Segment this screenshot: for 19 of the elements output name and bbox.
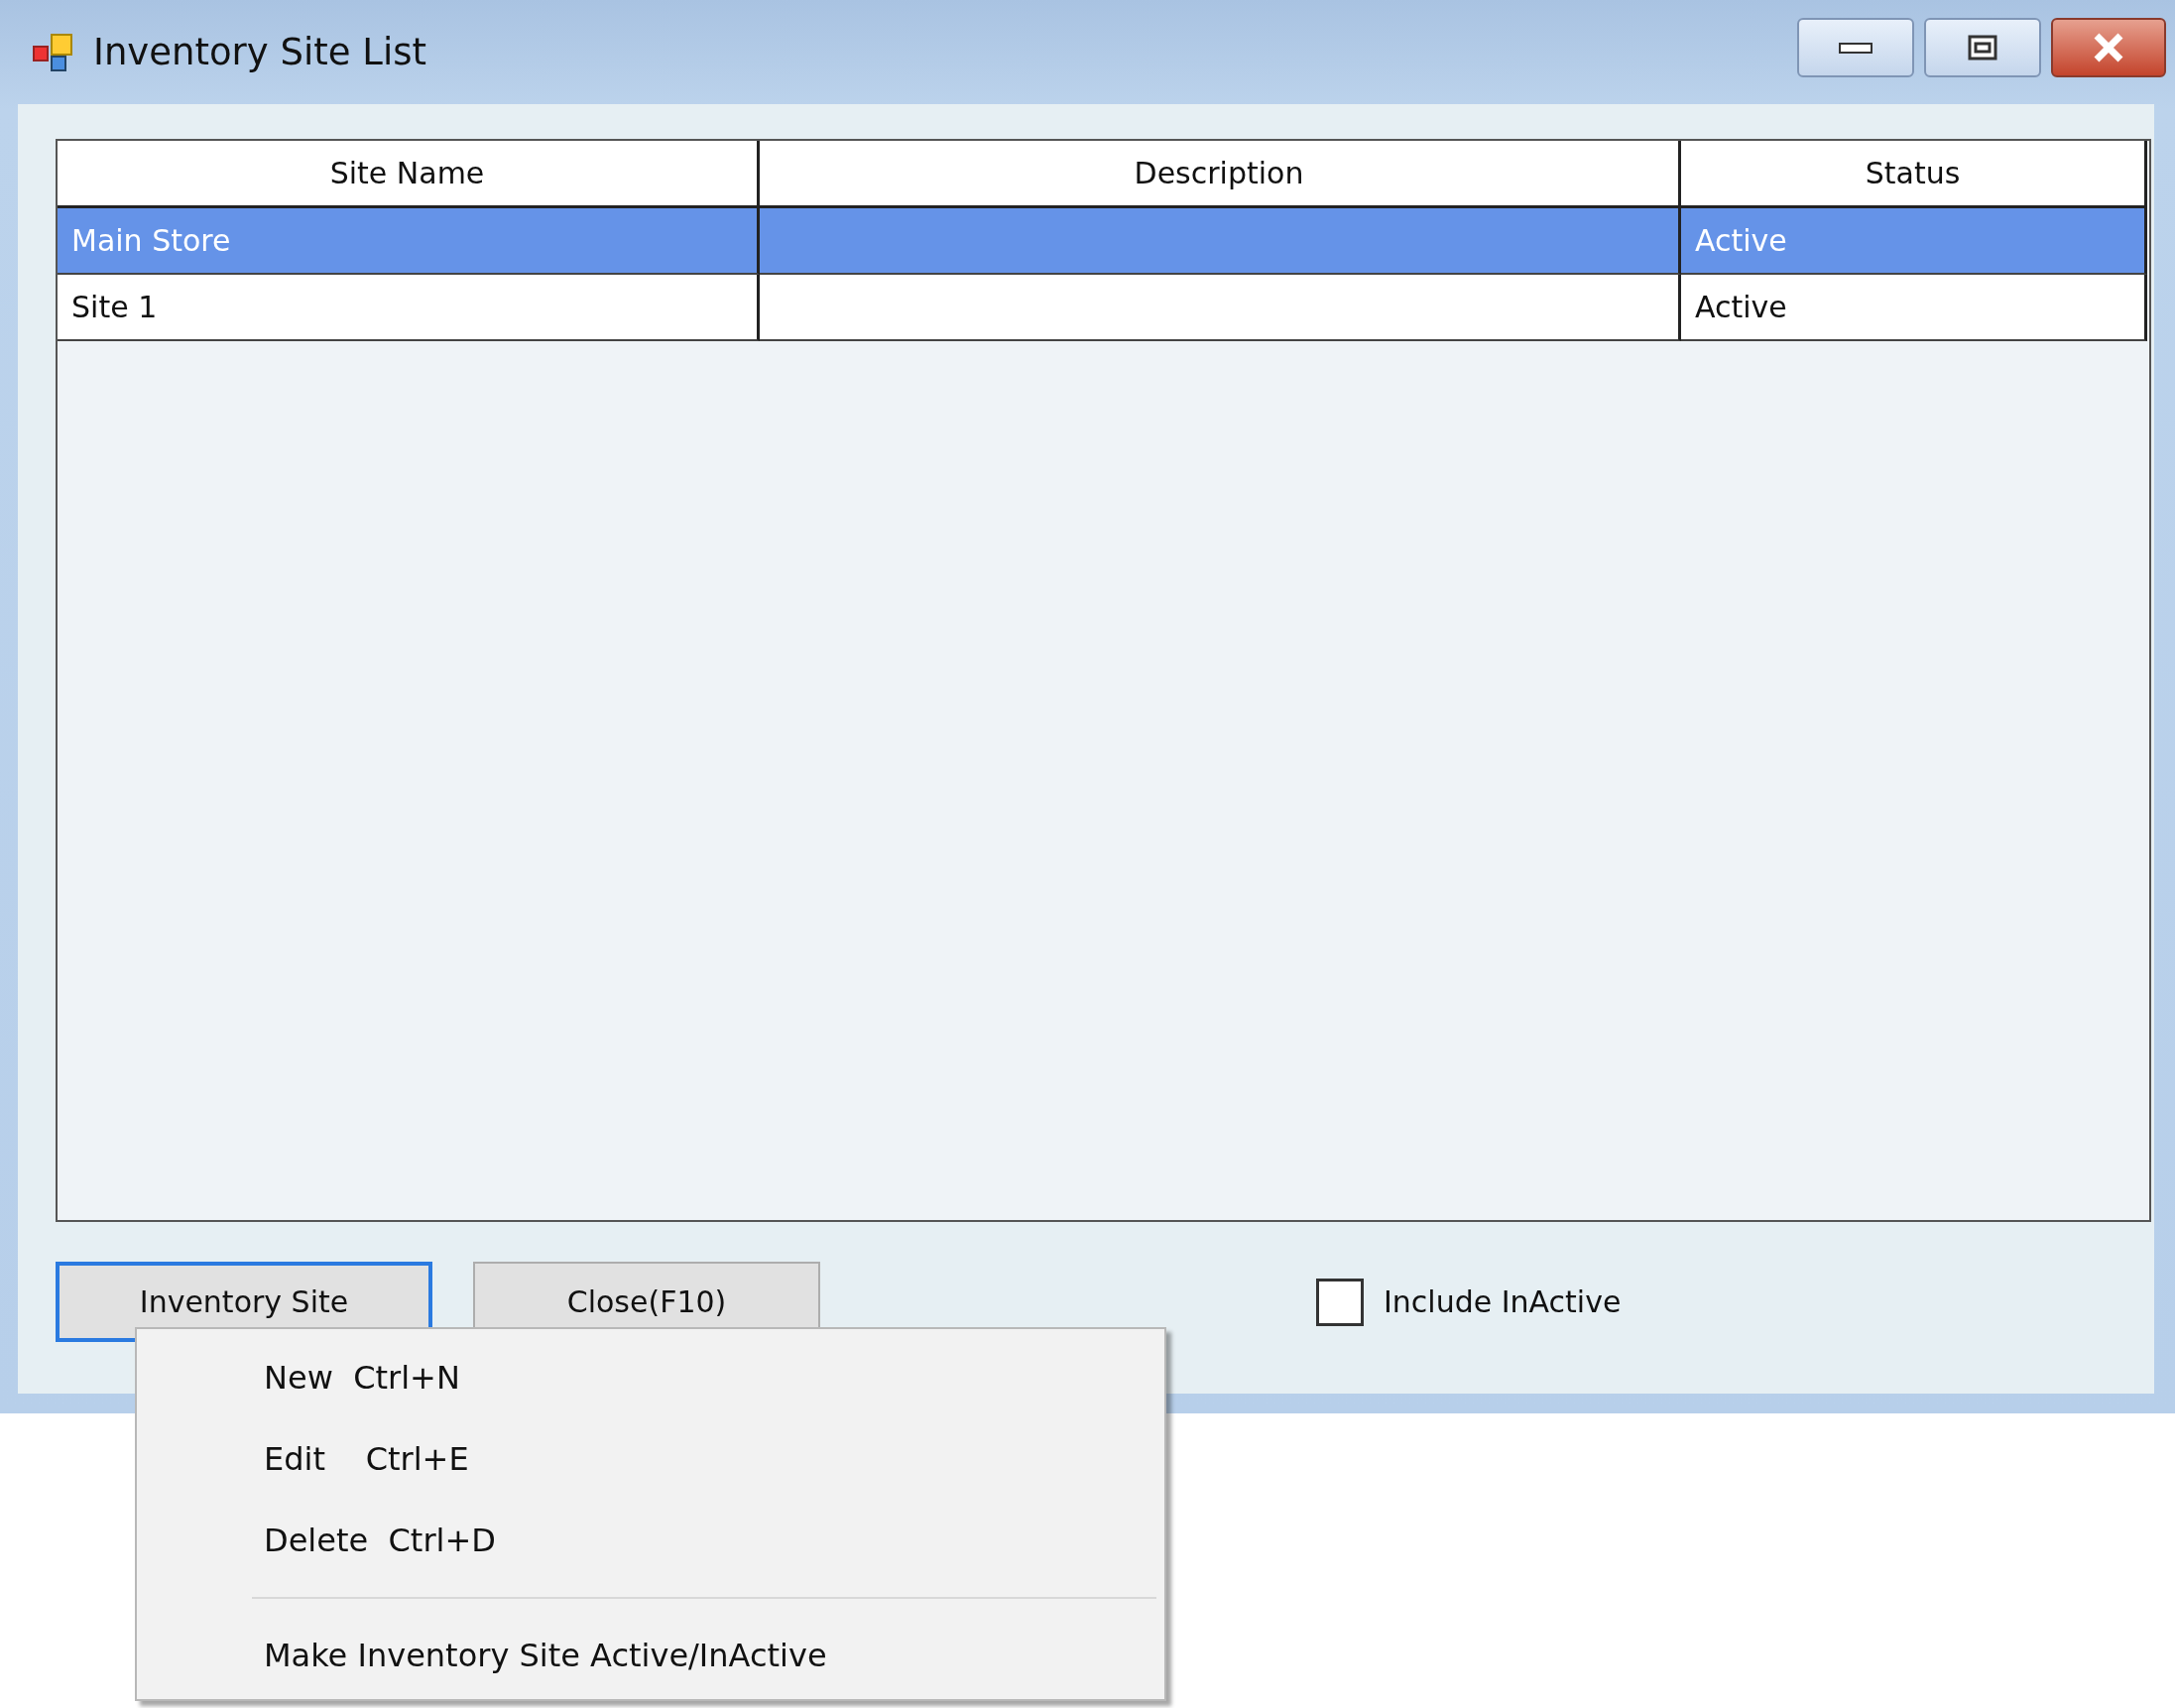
window-title: Inventory Site List: [93, 29, 426, 75]
maximize-icon: [1968, 34, 1997, 61]
menu-item[interactable]: Edit Ctrl+E: [137, 1418, 1164, 1500]
column-header[interactable]: Description: [760, 141, 1681, 208]
table-row[interactable]: Site 1 Active: [58, 275, 2149, 341]
table-cell: Site 1: [58, 275, 760, 341]
close-icon: [2092, 32, 2125, 62]
column-header[interactable]: Site Name: [58, 141, 760, 208]
column-header[interactable]: Status: [1681, 141, 2147, 208]
minimize-button[interactable]: [1797, 17, 1914, 77]
close-button[interactable]: [2051, 17, 2166, 77]
maximize-button[interactable]: [1924, 17, 2041, 77]
menu-item[interactable]: Make Inventory Site Active/InActive: [137, 1615, 1164, 1696]
table-cell: Active: [1681, 208, 2147, 275]
table-cell: Main Store: [58, 208, 760, 275]
table-cell: Active: [1681, 275, 2147, 341]
menu-item[interactable]: Delete Ctrl+D: [137, 1500, 1164, 1581]
checkbox-label: Include InActive: [1384, 1283, 1622, 1321]
minimize-icon: [1839, 40, 1873, 55]
